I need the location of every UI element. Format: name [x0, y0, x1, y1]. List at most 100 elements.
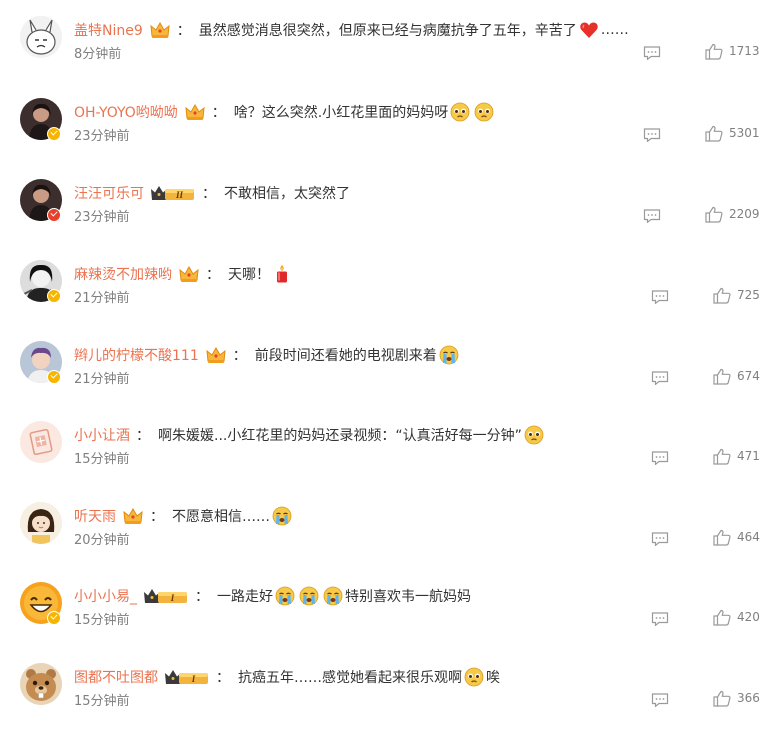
comment-item: 辫儿的柠檬不酸111 ： 前段时间还看她的电视剧来着 21分钟前 674 — [0, 333, 764, 413]
colon-separator: ： — [206, 267, 220, 283]
like-count: 674 — [737, 369, 760, 383]
comment-item: 盖特Nine9 ： 虽然感觉消息很突然，但原来已经与病魔抗争了五年，辛苦了 …… 8分钟… — [0, 8, 764, 88]
username-link[interactable]: 小小小易_ — [74, 586, 137, 606]
comment-item: 小小让酒 ： 啊朱媛媛...小红花里的妈妈还录视频：“认真活好每一分钟” 15分钟前 4… — [0, 413, 764, 493]
like-icon[interactable] — [713, 368, 731, 385]
reply-icon[interactable] — [643, 127, 661, 143]
like-icon[interactable] — [713, 287, 731, 304]
colon-separator: ： — [232, 348, 247, 364]
username-link[interactable]: 小小让酒 — [74, 425, 130, 445]
like-icon[interactable] — [713, 609, 731, 626]
comment-body: 啥？这么突然.小红花里面的妈妈呀 — [233, 105, 449, 121]
like-icon[interactable] — [705, 125, 723, 142]
comment-time: 23分钟前 — [74, 129, 130, 144]
comment-item: 小小小易_ I ： 一路走好 特别喜欢韦一航妈妈 15分钟前 420 — [0, 574, 764, 654]
comment-tail: 唉 — [486, 670, 500, 686]
like-count: 366 — [737, 691, 760, 705]
comment-line: 小小让酒 ： 啊朱媛媛...小红花里的妈妈还录视频：“认真活好每一分钟” — [74, 424, 546, 446]
comment-body: 啊朱媛媛...小红花里的妈妈还录视频：“认真活好每一分钟” — [158, 428, 522, 444]
sad-emoji-icon — [524, 425, 544, 445]
reply-icon[interactable] — [651, 450, 669, 466]
username-link[interactable]: 辫儿的柠檬不酸111 — [74, 345, 199, 365]
verified-badge-icon — [47, 289, 61, 303]
like-count: 420 — [737, 610, 760, 624]
verified-badge-icon — [47, 208, 61, 222]
sad-emoji-icon — [464, 667, 484, 687]
sad-emoji-icon — [474, 102, 494, 122]
reply-icon[interactable] — [651, 692, 669, 708]
comment-item: 听天雨 ： 不愿意相信…… 20分钟前 464 — [0, 494, 764, 574]
member-level-badge-icon: I — [164, 668, 210, 686]
comment-text: 不敢相信，太突然了 — [224, 183, 350, 203]
member-level-badge-icon: I — [143, 587, 189, 605]
comment-time: 20分钟前 — [74, 533, 130, 548]
comment-text: 虽然感觉消息很突然，但原来已经与病魔抗争了五年，辛苦了 …… — [199, 20, 629, 40]
comment-line: 盖特Nine9 ： 虽然感觉消息很突然，但原来已经与病魔抗争了五年，辛苦了 …… — [74, 19, 629, 41]
colon-separator: ： — [211, 105, 226, 121]
username-link[interactable]: 汪汪可乐可 — [74, 183, 144, 203]
member-crown-icon — [205, 346, 227, 364]
member-crown-icon — [149, 21, 171, 39]
colon-separator: ： — [150, 509, 164, 525]
username-link[interactable]: 听天雨 — [74, 506, 116, 526]
comment-item: OH-YOYO哟呦呦 ： 啥？这么突然.小红花里面的妈妈呀 23分钟前 5301 — [0, 90, 764, 170]
reply-icon[interactable] — [651, 611, 669, 627]
candle-emoji-icon — [272, 264, 292, 284]
comment-body: 前段时间还看她的电视剧来着 — [254, 348, 437, 364]
comment-time: 23分钟前 — [74, 210, 130, 225]
verified-badge-icon — [47, 127, 61, 141]
comment-text: 一路走好 特别喜欢韦一航妈妈 — [217, 586, 471, 606]
colon-separator: ： — [136, 428, 150, 444]
comment-text: 啊朱媛媛...小红花里的妈妈还录视频：“认真活好每一分钟” — [158, 425, 546, 445]
like-icon[interactable] — [713, 448, 731, 465]
sad-emoji-icon — [450, 102, 470, 122]
like-icon[interactable] — [713, 690, 731, 707]
like-count: 464 — [737, 530, 760, 544]
svg-text:I: I — [191, 674, 196, 684]
comment-time: 21分钟前 — [74, 372, 130, 387]
cry-emoji-icon — [323, 586, 343, 606]
user-avatar[interactable] — [20, 16, 62, 58]
colon-separator: ： — [216, 670, 230, 686]
like-count: 2209 — [729, 207, 760, 221]
comment-time: 15分钟前 — [74, 452, 130, 467]
like-icon[interactable] — [705, 43, 723, 60]
comment-time: 15分钟前 — [74, 694, 130, 709]
verified-badge-icon — [47, 611, 61, 625]
reply-icon[interactable] — [651, 531, 669, 547]
comment-time: 8分钟前 — [74, 47, 122, 62]
user-avatar[interactable] — [20, 663, 62, 705]
username-link[interactable]: 麻辣烫不加辣哟 — [74, 264, 172, 284]
comment-line: 麻辣烫不加辣哟 ： 天哪！ — [74, 263, 294, 285]
like-icon[interactable] — [705, 206, 723, 223]
user-avatar[interactable] — [20, 421, 62, 463]
comment-body: 不愿意相信…… — [172, 509, 270, 525]
like-count: 471 — [737, 449, 760, 463]
username-link[interactable]: OH-YOYO哟呦呦 — [74, 102, 178, 122]
cry-emoji-icon — [439, 345, 459, 365]
member-crown-icon — [178, 265, 200, 283]
comment-item: 汪汪可乐可 II ： 不敢相信，太突然了 23分钟前 2209 — [0, 171, 764, 251]
member-level-badge-icon: II — [150, 184, 196, 202]
like-icon[interactable] — [713, 529, 731, 546]
like-count: 5301 — [729, 126, 760, 140]
comment-line: 汪汪可乐可 II ： 不敢相信，太突然了 — [74, 182, 350, 204]
comment-text: 不愿意相信…… — [172, 506, 294, 526]
comment-line: 小小小易_ I ： 一路走好 特别喜欢韦一航妈妈 — [74, 585, 471, 607]
cry-emoji-icon — [272, 506, 292, 526]
reply-icon[interactable] — [643, 45, 661, 61]
comment-text: 抗癌五年……感觉她看起来很乐观啊 唉 — [238, 667, 500, 687]
reply-icon[interactable] — [651, 370, 669, 386]
reply-icon[interactable] — [643, 208, 661, 224]
member-crown-icon — [122, 507, 144, 525]
username-link[interactable]: 图都不吐图都 — [74, 667, 158, 687]
svg-text:II: II — [175, 190, 184, 200]
comment-time: 15分钟前 — [74, 613, 130, 628]
comment-line: OH-YOYO哟呦呦 ： 啥？这么突然.小红花里面的妈妈呀 — [74, 101, 496, 123]
user-avatar[interactable] — [20, 502, 62, 544]
username-link[interactable]: 盖特Nine9 — [74, 20, 143, 40]
reply-icon[interactable] — [651, 289, 669, 305]
comment-list: 盖特Nine9 ： 虽然感觉消息很突然，但原来已经与病魔抗争了五年，辛苦了 …… 8分钟… — [0, 0, 764, 709]
comment-text: 天哪！ — [228, 264, 294, 284]
svg-text:I: I — [170, 593, 175, 603]
